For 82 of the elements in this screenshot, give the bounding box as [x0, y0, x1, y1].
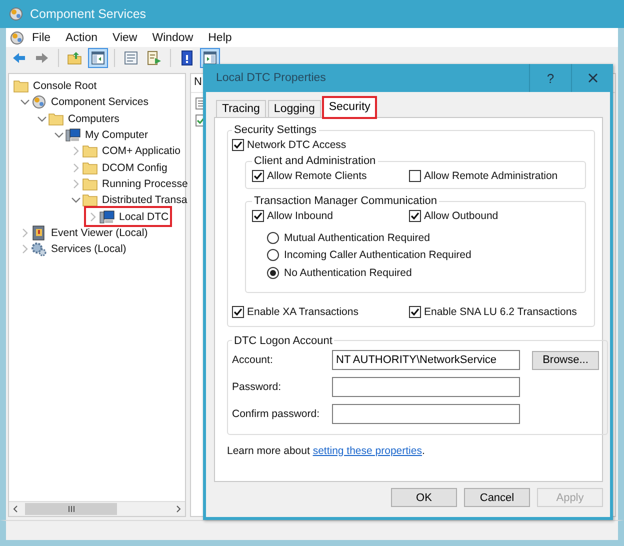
- tree-item[interactable]: Console Root: [13, 78, 97, 94]
- help-link[interactable]: setting these properties: [312, 444, 422, 456]
- gears-icon: [31, 241, 47, 258]
- checkbox-label: Enable SNA LU 6.2 Transactions: [424, 306, 577, 318]
- checkbox-label: Enable XA Transactions: [247, 306, 358, 318]
- tree-item[interactable]: Event Viewer (Local): [19, 225, 148, 240]
- log-book-icon: [31, 224, 47, 241]
- pane-toggle-icon: [202, 50, 218, 66]
- radio-label: No Authentication Required: [284, 266, 412, 279]
- browse-button[interactable]: Browse...: [532, 350, 599, 370]
- tree-item[interactable]: Distributed Transa: [70, 192, 188, 208]
- tab[interactable]: Tracing: [216, 100, 266, 117]
- tree-item[interactable]: Local DTC: [87, 209, 169, 224]
- radio-label: Mutual Authentication Required: [284, 232, 430, 244]
- menu-item[interactable]: Window: [145, 30, 202, 46]
- group-title: Security Settings: [233, 124, 318, 136]
- computer-icon: [65, 127, 81, 144]
- folder-icon: [82, 192, 98, 208]
- horizontal-scrollbar[interactable]: [9, 501, 185, 516]
- input-field[interactable]: [332, 404, 520, 424]
- radio-label: Incoming Caller Authentication Required: [284, 249, 472, 262]
- menu-item[interactable]: Action: [58, 30, 106, 46]
- help-button[interactable]: ?: [529, 64, 571, 92]
- checkbox-label: Network DTC Access: [247, 138, 346, 150]
- forward-icon: [34, 50, 50, 66]
- help-text: Learn more about setting these properties.: [227, 444, 426, 456]
- tree-item[interactable]: Component Services: [19, 94, 148, 110]
- group-title: Client and Administration: [253, 155, 377, 167]
- close-icon: [588, 73, 598, 83]
- menu-item[interactable]: View: [106, 30, 146, 46]
- dialog-button[interactable]: OK: [391, 488, 457, 507]
- list-icon: [123, 50, 139, 66]
- field-label: Account:: [232, 354, 274, 366]
- folder-icon: [82, 143, 98, 160]
- tab[interactable]: Logging: [268, 100, 321, 117]
- tree-item[interactable]: Computers: [36, 111, 120, 126]
- group-title: Transaction Manager Communication: [253, 195, 438, 207]
- checkbox[interactable]: [409, 306, 421, 318]
- radio-button[interactable]: [267, 266, 279, 279]
- input-field[interactable]: NT AUTHORITY\NetworkService: [332, 350, 520, 370]
- gear-ball-icon[interactable]: [9, 30, 25, 46]
- folder-icon: [13, 78, 29, 94]
- dialog-title: Local DTC Properties: [216, 72, 327, 84]
- checkbox-label: Allow Remote Clients: [267, 170, 367, 182]
- tree-item[interactable]: COM+ Applicatio: [70, 144, 180, 159]
- field-label: Confirm password:: [232, 408, 320, 420]
- tab[interactable]: Security: [322, 97, 376, 118]
- gear-ball-icon: [31, 94, 47, 110]
- input-field[interactable]: [332, 377, 520, 397]
- folder-icon: [82, 160, 98, 176]
- help-icon: [179, 50, 195, 66]
- tree-item[interactable]: My Computer: [53, 128, 148, 143]
- radio-button[interactable]: [267, 249, 279, 262]
- checkbox[interactable]: [252, 170, 264, 182]
- folder-icon: [48, 110, 64, 127]
- dialog-button[interactable]: Cancel: [464, 488, 530, 507]
- tree-item[interactable]: Running Processe: [70, 176, 188, 192]
- checkbox-label: Allow Remote Administration: [424, 170, 558, 182]
- computer-icon: [99, 208, 115, 225]
- tree-item[interactable]: Services (Local): [19, 242, 126, 257]
- checkbox[interactable]: [232, 306, 244, 318]
- window-title: Component Services: [30, 7, 146, 21]
- radio-button[interactable]: [267, 232, 279, 244]
- folder-up-icon: [67, 50, 83, 66]
- checkbox[interactable]: [232, 138, 244, 150]
- checkbox[interactable]: [409, 210, 421, 222]
- checkbox-label: Allow Inbound: [267, 210, 333, 222]
- scroll-thumb[interactable]: [25, 503, 117, 515]
- checkbox[interactable]: [252, 210, 264, 222]
- checkbox-label: Allow Outbound: [424, 210, 498, 222]
- toolbar-button[interactable]: [88, 48, 108, 68]
- group-title: DTC Logon Account: [233, 334, 334, 346]
- back-icon: [11, 50, 27, 66]
- export-icon: [146, 50, 162, 66]
- folder-icon: [82, 176, 98, 192]
- menu-item[interactable]: Help: [201, 30, 240, 46]
- checkbox[interactable]: [409, 170, 421, 182]
- menu-item[interactable]: File: [25, 30, 59, 46]
- tree-item[interactable]: DCOM Config: [70, 160, 168, 176]
- field-label: Password:: [232, 381, 282, 393]
- pane-toggle-icon: [90, 50, 106, 66]
- gear-ball-icon: [8, 6, 24, 22]
